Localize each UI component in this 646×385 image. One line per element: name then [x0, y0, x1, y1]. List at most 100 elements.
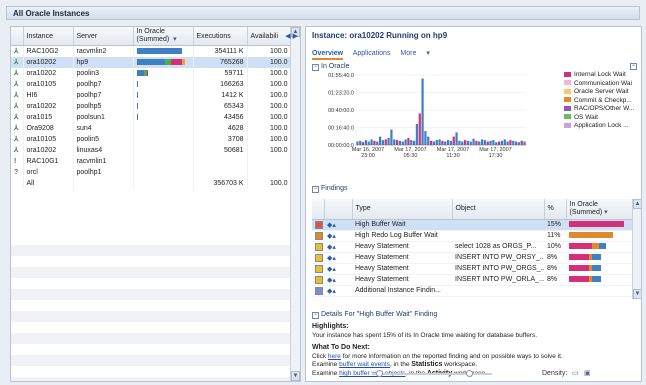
chart-bar[interactable] — [449, 140, 453, 145]
finding-row[interactable]: ◆▴ High Buffer Wait 15% — [312, 219, 632, 231]
table-row[interactable]: ? orcl poolhp1 — [11, 166, 292, 178]
here-link[interactable]: here — [328, 353, 341, 360]
finding-row[interactable]: ◆▴ High Redo Log Buffer Wait 11% — [312, 230, 632, 242]
tab-more[interactable]: More ▾ — [400, 50, 437, 57]
col-in-oracle[interactable]: In Oracle (Summed) ▾ — [133, 27, 194, 46]
table-row[interactable]: ⅄ ora10105 poolin5 3708 100.0 — [11, 133, 292, 145]
chart-bar[interactable] — [497, 141, 501, 146]
chart-bar[interactable] — [492, 140, 495, 145]
chart-bar[interactable] — [520, 140, 523, 145]
findings-scrollbar[interactable]: ▲ ▼ — [632, 199, 641, 299]
density-decrease-icon[interactable]: ▭ — [572, 369, 579, 377]
filter-icon[interactable]: ▾ — [604, 209, 608, 216]
scroll-down-button[interactable]: ▼ — [291, 371, 300, 381]
details-section-header[interactable]: − Details For "High Buffer Wait" Finding — [312, 311, 437, 319]
chart-bar[interactable] — [455, 132, 458, 145]
col-severity[interactable] — [312, 199, 325, 220]
chart-bar[interactable] — [361, 142, 365, 145]
chart-bar[interactable] — [404, 139, 407, 145]
chart-bar[interactable] — [435, 140, 438, 145]
table-row[interactable]: ⅄ RAC10G2 racvmlin2 354111 K 100.0 — [11, 45, 292, 57]
chart-bar[interactable] — [384, 139, 387, 145]
chart-bar[interactable] — [512, 140, 515, 145]
chart-bar[interactable] — [395, 140, 399, 145]
chart-bar[interactable] — [415, 124, 419, 145]
chart-bar[interactable] — [444, 141, 447, 146]
table-row[interactable]: ⅄ ora10202 linuxas4 50681 100.0 — [11, 144, 292, 156]
scroll-down-button[interactable]: ▼ — [633, 289, 641, 299]
chart-bar[interactable] — [446, 140, 450, 145]
chart-bar[interactable] — [438, 139, 441, 145]
chart-bar[interactable] — [390, 129, 393, 145]
collapse-icon[interactable]: − — [312, 64, 319, 71]
finding-row[interactable]: ◆▴ Heavy Statement INSERT INTO PW_ORGS_...… — [312, 263, 632, 275]
chart-bar[interactable] — [401, 141, 404, 146]
chart-bar[interactable] — [359, 140, 362, 145]
col-type[interactable]: Type — [352, 199, 453, 220]
chart-bar[interactable] — [452, 136, 455, 145]
table-row[interactable]: ⅄ HI6 poolhp7 1412 K 100.0 — [11, 89, 292, 101]
chart-bar[interactable] — [475, 140, 478, 145]
finding-row[interactable]: ◆▴ Heavy Statement INSERT INTO PW_ORSY_...… — [312, 252, 632, 264]
chart-bar[interactable] — [503, 139, 506, 145]
in-oracle-section-header[interactable]: − In Oracle — [312, 63, 349, 71]
col-percent[interactable]: % — [544, 199, 567, 220]
chart-bar[interactable] — [407, 138, 410, 145]
chart-bar[interactable] — [410, 140, 413, 145]
collapse-icon[interactable]: − — [312, 186, 319, 193]
scroll-up-button[interactable]: ▲ — [633, 199, 641, 209]
chart-bar[interactable] — [412, 140, 416, 145]
chart-bar[interactable] — [478, 141, 481, 146]
chart-bar[interactable] — [387, 138, 390, 145]
chart-bar[interactable] — [418, 113, 421, 146]
chart-bar[interactable] — [356, 141, 359, 146]
chart-bar[interactable] — [506, 141, 509, 146]
chart-bar[interactable] — [398, 140, 402, 145]
chart-bar[interactable] — [472, 138, 475, 145]
chart-bar[interactable] — [432, 141, 436, 146]
col-executions[interactable]: Executions — [193, 27, 248, 46]
collapse-icon[interactable]: − — [312, 312, 319, 319]
col-server[interactable]: Server — [73, 27, 134, 46]
chart-bar[interactable] — [376, 141, 379, 146]
chart-bar[interactable] — [461, 141, 464, 146]
column-nav-arrows[interactable]: ◀ ▶ — [285, 32, 298, 40]
chart-bar[interactable] — [466, 140, 470, 145]
chart-bar[interactable] — [500, 140, 504, 145]
table-row[interactable]: All 356703 K 100.0 — [11, 177, 292, 189]
chart-bar[interactable] — [393, 139, 396, 145]
table-row[interactable]: ! RAC10G1 racvmlin1 — [11, 155, 292, 167]
slider-knob[interactable] — [376, 370, 383, 377]
table-row[interactable]: ⅄ ora10202 poolhp5 65343 100.0 — [11, 100, 292, 112]
table-row[interactable]: ⅄ ora10105 poolhp7 166263 100.0 — [11, 78, 292, 90]
finding-row[interactable]: ◆▴ Additional Instance Findin... — [312, 285, 632, 297]
col-icon[interactable] — [324, 199, 353, 220]
chart-bar[interactable] — [381, 140, 385, 145]
chart-bar[interactable] — [427, 136, 430, 145]
col-status[interactable] — [11, 27, 24, 46]
chart-bar[interactable] — [514, 141, 518, 146]
chart-bar[interactable] — [509, 140, 512, 145]
density-slider[interactable] — [372, 373, 492, 375]
buffer-wait-events-link[interactable]: buffer wait events — [339, 361, 390, 368]
table-row[interactable]: ⅄ ora10202 poolin3 59711 100.0 — [11, 67, 292, 79]
table-row[interactable]: ⅄ Ora9208 sun4 4628 100.0 — [11, 122, 292, 134]
chart-bar[interactable] — [378, 136, 382, 145]
chart-bar[interactable] — [373, 140, 376, 145]
chart-bar[interactable] — [441, 140, 444, 145]
chart-bar[interactable] — [370, 139, 373, 145]
chart-bar[interactable] — [421, 78, 424, 146]
table-row[interactable]: ⅄ ora1015 poolsun1 43456 100.0 — [11, 111, 292, 123]
filter-icon[interactable]: ▾ — [173, 36, 177, 43]
chart-bar[interactable] — [367, 141, 370, 146]
tab-applications[interactable]: Applications — [353, 50, 391, 57]
chart-bar[interactable] — [523, 141, 526, 146]
chart-bar[interactable] — [469, 141, 472, 146]
col-object[interactable]: Object — [452, 199, 545, 220]
chart-bar[interactable] — [458, 140, 461, 145]
density-increase-icon[interactable]: ▣ — [584, 369, 591, 377]
chart-bar[interactable] — [480, 139, 484, 145]
col-in-oracle-summed[interactable]: In Oracle (Summed) ▾ — [566, 199, 633, 220]
chart-bar[interactable] — [483, 140, 487, 145]
chart-bar[interactable] — [495, 142, 498, 145]
